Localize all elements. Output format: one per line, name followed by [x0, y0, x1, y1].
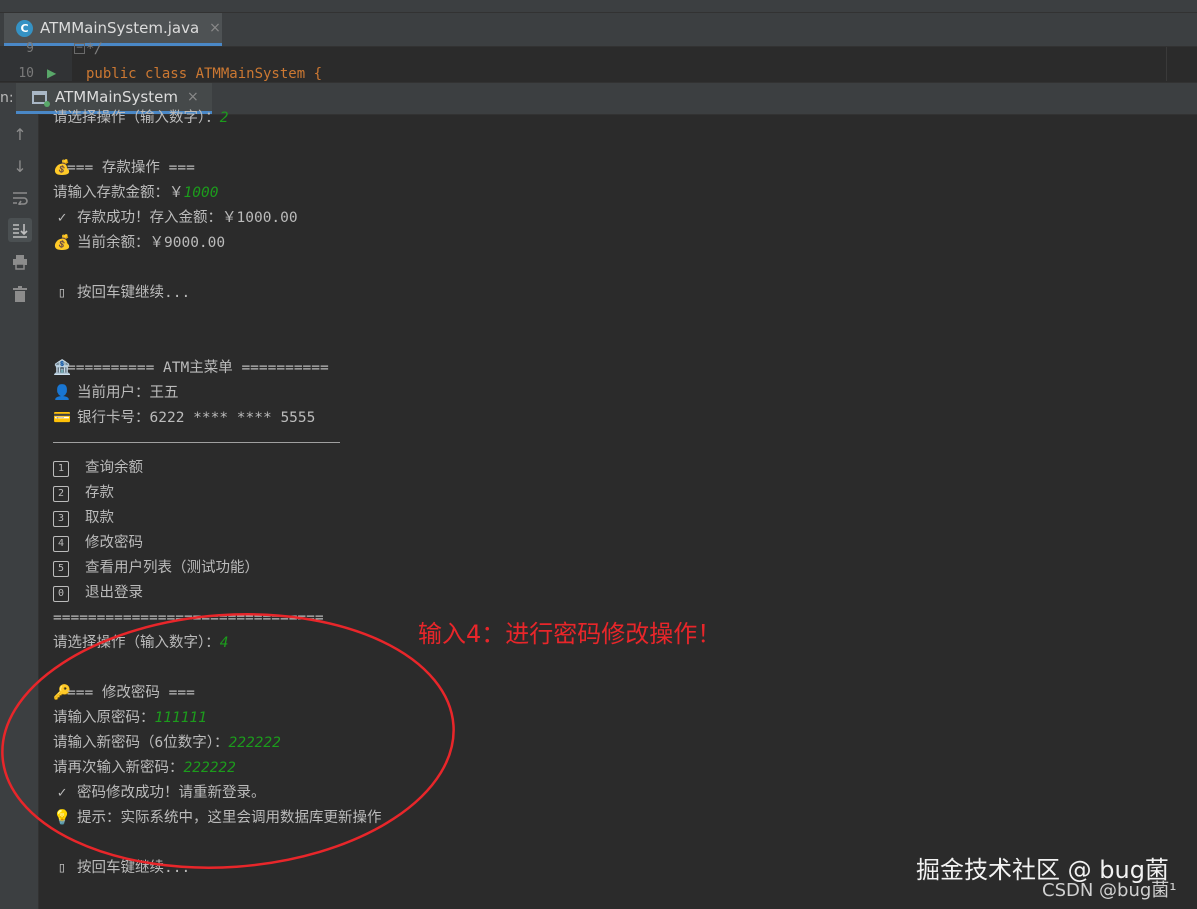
money-bag-icon: 💰	[53, 160, 72, 176]
console-line: ▯ 按回车键继续...	[53, 281, 191, 306]
menu-item-label: 查询余额	[85, 460, 143, 476]
breadcrumb-bar	[0, 0, 1197, 13]
console-line: 👤 当前用户：王五	[53, 381, 179, 406]
watermark: CSDN @bug菌¹	[1042, 880, 1177, 901]
soft-wrap-icon[interactable]	[8, 186, 32, 210]
run-label: n:	[0, 90, 14, 106]
card-number: 银行卡号：6222 **** **** 5555	[77, 410, 316, 426]
balance-text: 当前余额：￥9000.00	[77, 235, 226, 251]
annotation-ellipse	[1, 613, 455, 869]
divider	[53, 442, 340, 443]
code-line-9: */	[86, 41, 103, 57]
line-gutter: 9 10 ▶ −	[0, 41, 85, 81]
line-number: 9	[26, 41, 34, 56]
code-line-10: public class ATMMainSystem {	[86, 66, 323, 82]
prompt-text: 请选择操作（输入数字）：	[53, 110, 220, 126]
tab-atm-main-system-java[interactable]: C ATMMainSystem.java ×	[4, 13, 222, 46]
run-console-icon	[32, 90, 50, 107]
run-gutter-icon[interactable]: ▶	[47, 66, 56, 80]
keycap-icon: 3	[53, 511, 69, 527]
keycap-icon: 2	[53, 486, 69, 502]
code-editor[interactable]: 9 10 ▶ − */ public class ATMMainSystem {	[0, 41, 1197, 82]
close-icon[interactable]: ×	[209, 20, 221, 36]
console-line: 💳 银行卡号：6222 **** **** 5555	[53, 406, 315, 431]
continue-prompt: 按回车键继续...	[77, 285, 191, 301]
scroll-to-end-icon[interactable]	[8, 218, 32, 242]
java-class-icon: C	[16, 19, 33, 37]
keycap-icon: 0	[53, 586, 69, 602]
menu-item-label: 存款	[85, 485, 114, 501]
keycap-icon: 1	[53, 461, 69, 477]
user-icon: 👤	[53, 385, 72, 401]
console-line: 💰=== 存款操作 ===	[53, 156, 195, 181]
editor-tab-bar: C ATMMainSystem.java ×	[0, 13, 1197, 47]
menu-item: 2 存款	[53, 481, 114, 506]
fold-icon[interactable]: −	[74, 43, 85, 54]
print-icon[interactable]	[8, 250, 32, 274]
console-line: ✓ 存款成功！存入金额：￥1000.00	[53, 206, 298, 231]
menu-item-label: 退出登录	[85, 585, 143, 601]
menu-item: 1 查询余额	[53, 456, 143, 481]
menu-title: ========== ATM主菜单 ==========	[67, 360, 329, 376]
menu-item-label: 查看用户列表（测试功能）	[85, 560, 259, 576]
prompt-text: 请输入存款金额：￥	[53, 185, 184, 201]
phone-icon: ▯	[57, 285, 67, 301]
arrow-down-icon[interactable]: ↓	[8, 154, 32, 178]
menu-item: 4 修改密码	[53, 531, 143, 556]
menu-item: 5 查看用户列表（测试功能）	[53, 556, 259, 581]
editor-right-edge	[1166, 47, 1197, 81]
console-line: 🏦========== ATM主菜单 ==========	[53, 356, 329, 381]
success-text: 存款成功！存入金额：￥1000.00	[77, 210, 298, 226]
current-user: 当前用户：王五	[77, 385, 179, 401]
credit-card-icon: 💳	[53, 410, 72, 426]
menu-item-label: 修改密码	[85, 535, 143, 551]
console-line: 请选择操作（输入数字）：2	[53, 106, 228, 131]
keycap-icon: 4	[53, 536, 69, 552]
annotation-text: 输入4：进行密码修改操作！	[418, 620, 722, 648]
money-bag-icon: 💰	[53, 235, 72, 251]
keycap-icon: 5	[53, 561, 69, 577]
bank-icon: 🏦	[53, 360, 72, 376]
console-line: 请输入存款金额：￥1000	[53, 181, 218, 206]
check-icon: ✓	[57, 210, 67, 226]
line-number: 10	[18, 66, 34, 81]
run-tab-label: ATMMainSystem	[55, 88, 178, 106]
section-title: === 存款操作 ===	[67, 160, 195, 176]
user-input: 1000	[183, 185, 219, 201]
tab-label: ATMMainSystem.java	[40, 19, 200, 37]
menu-item-label: 取款	[85, 510, 114, 526]
menu-item: 0 退出登录	[53, 581, 143, 606]
trash-icon[interactable]	[8, 282, 32, 306]
arrow-up-icon[interactable]: ↑	[8, 122, 32, 146]
close-icon[interactable]: ×	[187, 89, 199, 105]
console-line: 💰 当前余额：￥9000.00	[53, 231, 225, 256]
menu-item: 3 取款	[53, 506, 114, 531]
user-input: 2	[219, 110, 229, 126]
